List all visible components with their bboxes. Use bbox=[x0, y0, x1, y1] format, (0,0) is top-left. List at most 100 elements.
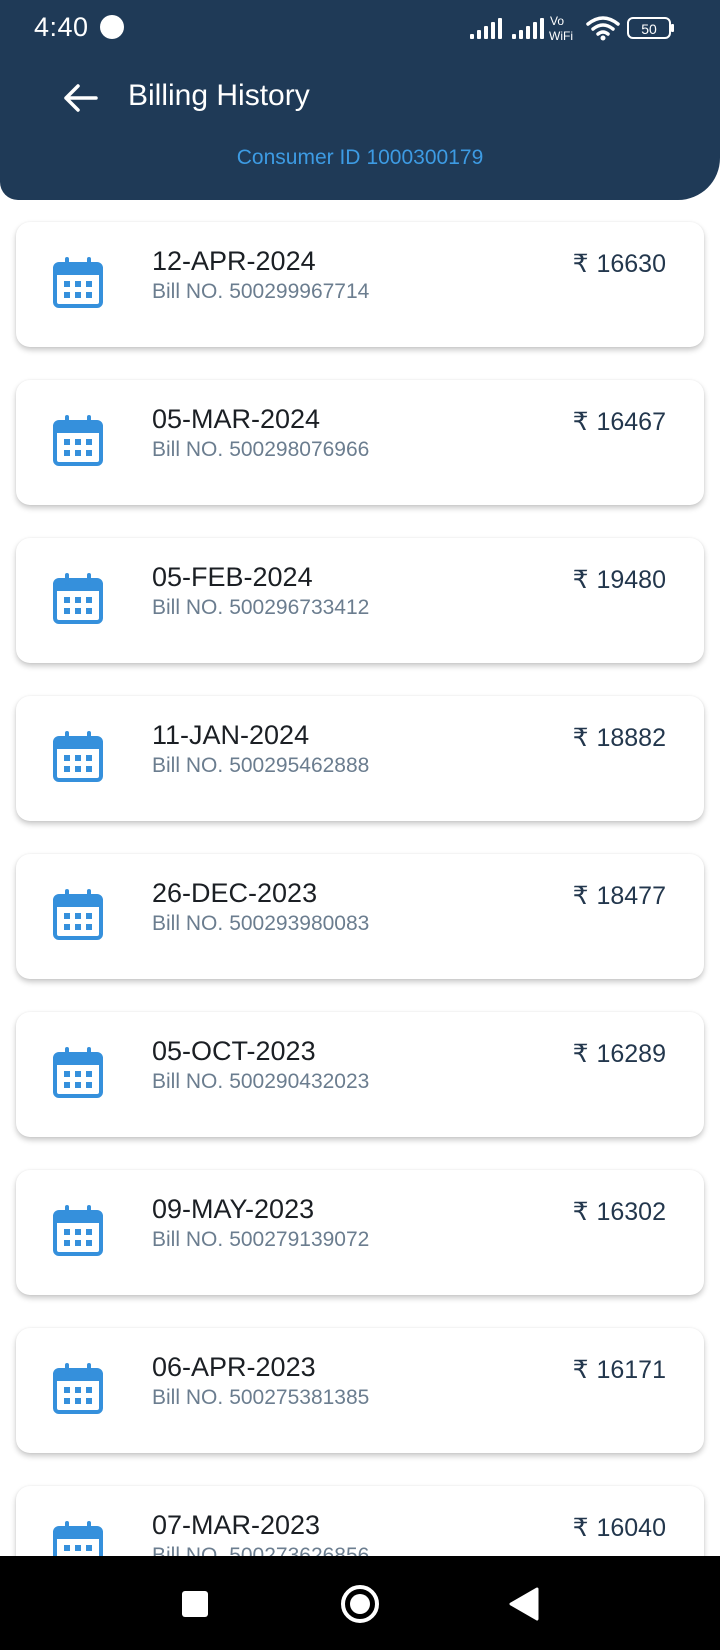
signal-icon bbox=[512, 18, 544, 39]
bill-number-label: Bill NO. bbox=[152, 280, 224, 303]
bill-number: Bill NO. 500296733412 bbox=[152, 594, 369, 622]
bill-date: 05-OCT-2023 bbox=[152, 1036, 316, 1066]
bill-date: 12-APR-2024 bbox=[152, 246, 316, 276]
bill-amount-value: 19480 bbox=[596, 566, 666, 594]
bill-number: Bill NO. 500299967714 bbox=[152, 278, 369, 306]
currency-symbol: ₹ bbox=[572, 408, 589, 436]
bill-number: Bill NO. 500275381385 bbox=[152, 1384, 369, 1412]
app-header: 4:40 Vo WiFi 50 Billing History Consumer… bbox=[0, 0, 720, 200]
notification-dot-icon bbox=[100, 15, 124, 39]
calendar-icon bbox=[53, 573, 103, 624]
consumer-id: Consumer ID 1000300179 bbox=[0, 143, 720, 173]
bill-number: Bill NO. 500290432023 bbox=[152, 1068, 369, 1096]
bill-number-label: Bill NO. bbox=[152, 1544, 224, 1556]
bill-number-label: Bill NO. bbox=[152, 596, 224, 619]
calendar-icon bbox=[53, 1205, 103, 1256]
bill-amount: ₹18477 bbox=[573, 880, 666, 912]
back-button[interactable] bbox=[56, 74, 104, 122]
status-time: 4:40 bbox=[34, 12, 89, 42]
bill-number-value: 500279139072 bbox=[229, 1228, 370, 1251]
bill-amount: ₹16302 bbox=[573, 1196, 666, 1228]
bill-number-value: 500298076966 bbox=[229, 438, 370, 461]
bill-number-label: Bill NO. bbox=[152, 1228, 224, 1251]
bill-number-value: 500296733412 bbox=[229, 596, 370, 619]
bill-card[interactable]: 05-FEB-2024 Bill NO. 500296733412 ₹19480 bbox=[16, 538, 704, 663]
bill-date: 09-MAY-2023 bbox=[152, 1194, 315, 1224]
bill-date: 05-MAR-2024 bbox=[152, 404, 321, 434]
bill-number: Bill NO. 500295462888 bbox=[152, 752, 369, 780]
bill-amount: ₹16040 bbox=[573, 1512, 666, 1544]
vowifi-label-top: Vo bbox=[550, 14, 564, 28]
bill-amount: ₹16467 bbox=[573, 406, 666, 438]
calendar-icon bbox=[53, 1521, 103, 1556]
signal-icon bbox=[470, 18, 502, 39]
vowifi-label-bottom: WiFi bbox=[549, 29, 573, 43]
bill-card[interactable]: 12-APR-2024 Bill NO. 500299967714 ₹16630 bbox=[16, 222, 704, 347]
battery-level: 50 bbox=[641, 21, 657, 37]
nav-back-button[interactable] bbox=[496, 1576, 552, 1632]
bill-card[interactable]: 11-JAN-2024 Bill NO. 500295462888 ₹18882 bbox=[16, 696, 704, 821]
currency-symbol: ₹ bbox=[572, 1040, 589, 1068]
calendar-icon bbox=[53, 889, 103, 940]
calendar-icon bbox=[53, 1047, 103, 1098]
bill-number: Bill NO. 500273626856 bbox=[152, 1542, 369, 1556]
status-icons-svg: Vo WiFi 50 bbox=[470, 14, 674, 43]
currency-symbol: ₹ bbox=[572, 1198, 589, 1226]
consumer-id-label: Consumer ID bbox=[236, 146, 361, 169]
bill-number-label: Bill NO. bbox=[152, 1386, 224, 1409]
bill-date: 26-DEC-2023 bbox=[152, 878, 318, 908]
status-icons: Vo WiFi 50 bbox=[470, 10, 680, 46]
bill-date: 11-JAN-2024 bbox=[152, 720, 310, 750]
bill-number-value: 500295462888 bbox=[229, 754, 370, 777]
bill-amount-value: 18477 bbox=[596, 882, 666, 910]
bill-card[interactable]: 05-OCT-2023 Bill NO. 500290432023 ₹16289 bbox=[16, 1012, 704, 1137]
currency-symbol: ₹ bbox=[572, 1514, 589, 1542]
home-button[interactable] bbox=[332, 1576, 388, 1632]
calendar-icon bbox=[53, 731, 103, 782]
bill-amount-value: 18882 bbox=[596, 724, 666, 752]
bill-date: 06-APR-2023 bbox=[152, 1352, 316, 1382]
circle-icon bbox=[341, 1585, 379, 1623]
bill-card[interactable]: 07-MAR-2023 Bill NO. 500273626856 ₹16040 bbox=[16, 1486, 704, 1556]
calendar-icon bbox=[53, 1363, 103, 1414]
bill-number-value: 500273626856 bbox=[229, 1544, 370, 1556]
square-icon bbox=[182, 1591, 208, 1617]
bill-amount: ₹16630 bbox=[573, 248, 666, 280]
wifi-icon bbox=[586, 16, 620, 36]
system-nav-bar bbox=[0, 1556, 720, 1650]
currency-symbol: ₹ bbox=[572, 724, 589, 752]
currency-symbol: ₹ bbox=[572, 566, 589, 594]
consumer-id-value: 1000300179 bbox=[366, 146, 484, 169]
bill-number: Bill NO. 500293980083 bbox=[152, 910, 369, 938]
currency-symbol: ₹ bbox=[572, 250, 589, 278]
bill-number-value: 500293980083 bbox=[229, 912, 370, 935]
bill-amount: ₹18882 bbox=[573, 722, 666, 754]
bill-card[interactable]: 05-MAR-2024 Bill NO. 500298076966 ₹16467 bbox=[16, 380, 704, 505]
bill-card[interactable]: 06-APR-2023 Bill NO. 500275381385 ₹16171 bbox=[16, 1328, 704, 1453]
bill-number-label: Bill NO. bbox=[152, 1070, 224, 1093]
bill-number-value: 500299967714 bbox=[229, 280, 370, 303]
bill-amount: ₹16289 bbox=[573, 1038, 666, 1070]
bill-number-label: Bill NO. bbox=[152, 438, 224, 461]
bill-card[interactable]: 09-MAY-2023 Bill NO. 500279139072 ₹16302 bbox=[16, 1170, 704, 1295]
bill-amount-value: 16289 bbox=[596, 1040, 666, 1068]
bill-amount: ₹19480 bbox=[573, 564, 666, 596]
bill-number-value: 500275381385 bbox=[229, 1386, 370, 1409]
bill-list: 12-APR-2024 Bill NO. 500299967714 ₹16630 … bbox=[0, 200, 720, 1556]
bill-amount-value: 16467 bbox=[596, 408, 666, 436]
bill-card[interactable]: 26-DEC-2023 Bill NO. 500293980083 ₹18477 bbox=[16, 854, 704, 979]
bill-number-value: 500290432023 bbox=[229, 1070, 370, 1093]
triangle-back-icon bbox=[509, 1587, 539, 1621]
page-title: Billing History bbox=[128, 79, 310, 112]
bill-number-label: Bill NO. bbox=[152, 754, 224, 777]
calendar-icon bbox=[53, 415, 103, 466]
recents-button[interactable] bbox=[167, 1576, 223, 1632]
bill-amount-value: 16171 bbox=[596, 1356, 666, 1384]
battery-icon: 50 bbox=[627, 17, 674, 39]
calendar-icon bbox=[53, 257, 103, 308]
arrow-left-icon bbox=[64, 84, 98, 112]
bill-amount-value: 16630 bbox=[596, 250, 666, 278]
currency-symbol: ₹ bbox=[572, 882, 589, 910]
currency-symbol: ₹ bbox=[572, 1356, 589, 1384]
bill-number: Bill NO. 500298076966 bbox=[152, 436, 369, 464]
